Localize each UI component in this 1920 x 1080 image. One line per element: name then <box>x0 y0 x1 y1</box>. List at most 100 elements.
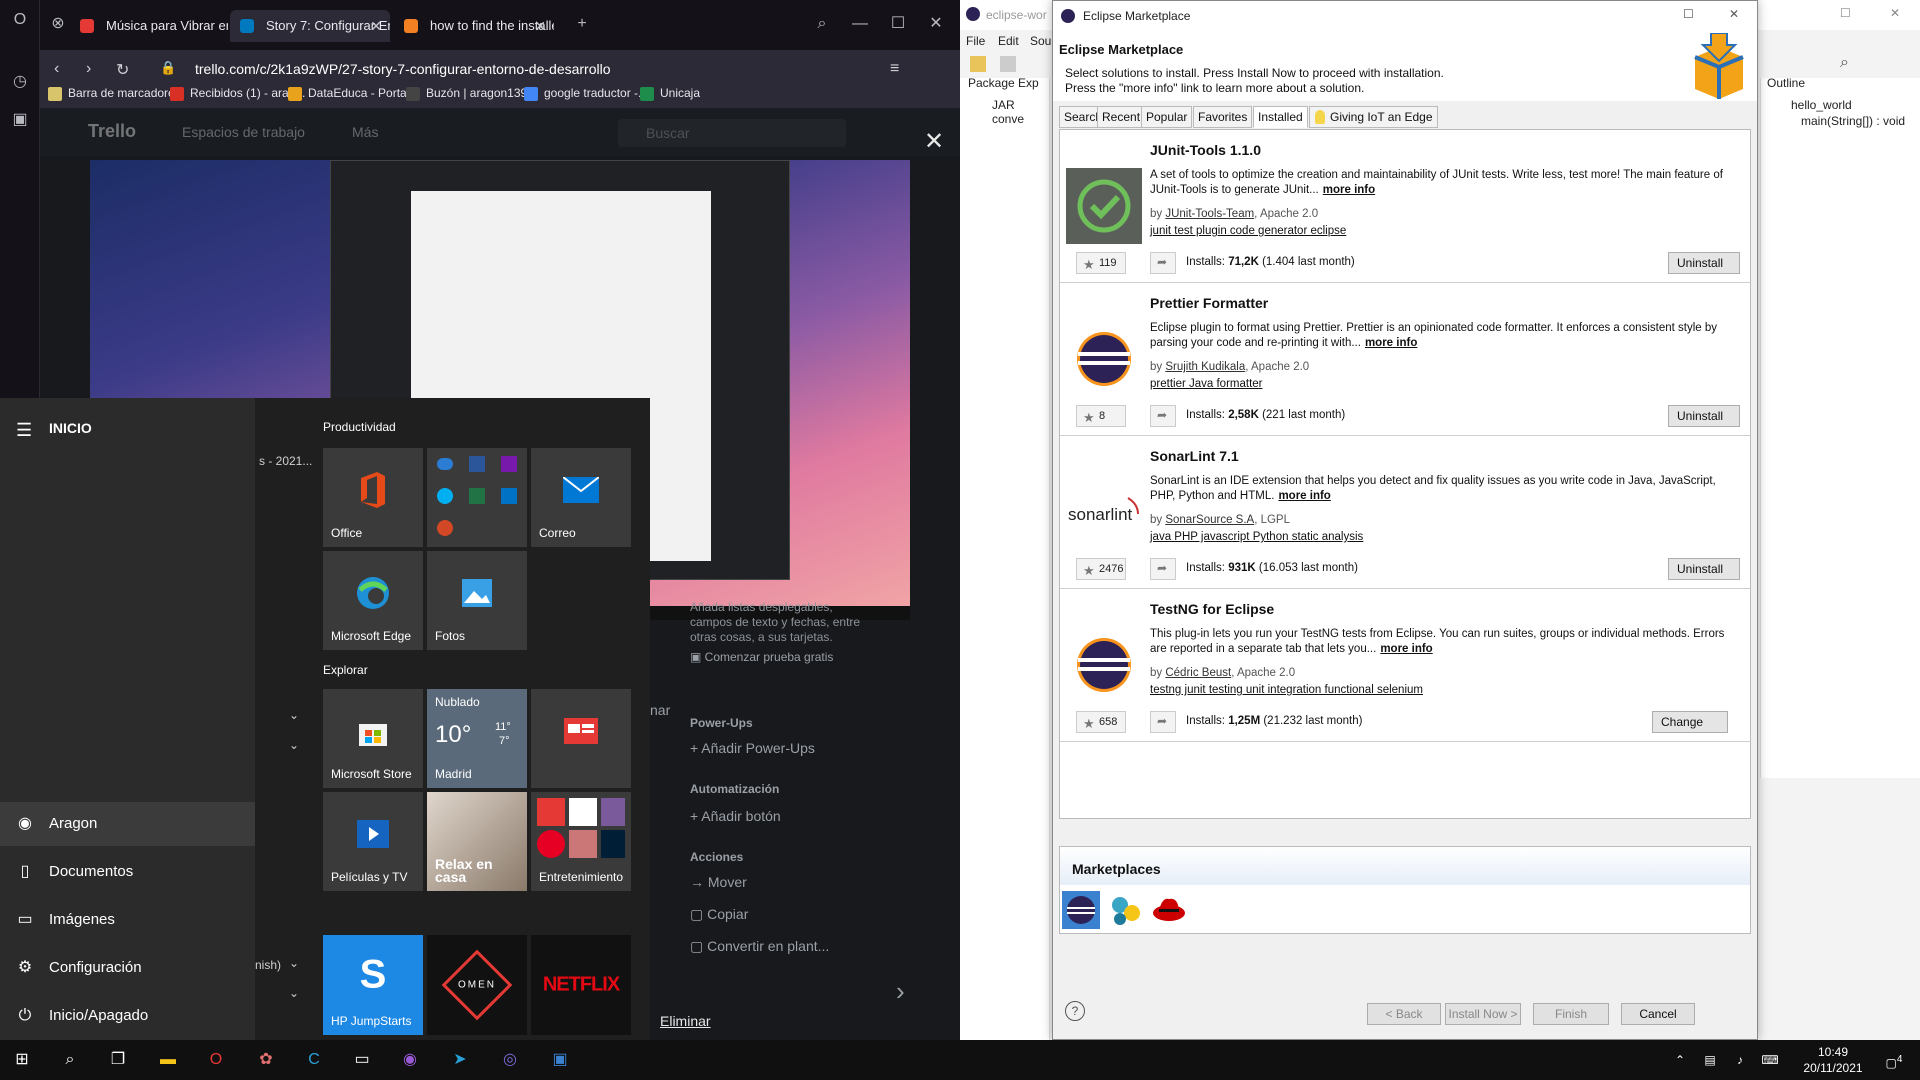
tile-netflix[interactable]: NETFLIX <box>531 935 631 1035</box>
outline-title[interactable]: Outline <box>1767 76 1805 90</box>
system-clock[interactable]: 10:49 20/11/2021 <box>1798 1044 1868 1076</box>
tree-item[interactable]: JAR conve <box>992 98 1049 126</box>
share-button[interactable]: ➦ <box>1150 711 1176 733</box>
images-item[interactable]: ▭ Imágenes <box>0 898 255 942</box>
app-icon[interactable]: ✿ <box>246 1044 286 1076</box>
share-button[interactable]: ➦ <box>1150 405 1176 427</box>
close-icon[interactable]: ✕ <box>1729 7 1739 21</box>
file-explorer-icon[interactable]: ▬ <box>148 1044 188 1076</box>
tab-trello[interactable]: Story 7: Configurar Entorno ✕ <box>230 10 390 42</box>
cancel-button[interactable]: Cancel <box>1621 1003 1695 1025</box>
app-list-item[interactable]: nish) <box>255 958 281 972</box>
change-button[interactable]: Change <box>1652 711 1728 733</box>
tile-edge[interactable]: Microsoft Edge <box>323 551 423 650</box>
tile-mail[interactable]: Correo <box>531 448 631 547</box>
telegram-icon[interactable]: ➤ <box>440 1044 480 1076</box>
start-trial-link[interactable]: ▣ Comenzar prueba gratis <box>690 650 833 664</box>
marketplace-taskbar-icon[interactable]: ▣ <box>540 1044 580 1076</box>
save-icon[interactable] <box>1000 56 1016 72</box>
install-now-button[interactable]: Install Now > <box>1445 1003 1521 1025</box>
tag-links[interactable]: junit test plugin code generator eclipse <box>1150 225 1346 237</box>
package-explorer-title[interactable]: Package Exp <box>968 76 1039 90</box>
keyboard-icon[interactable]: ⌨ <box>1750 1044 1790 1076</box>
add-button-button[interactable]: + Añadir botón <box>690 808 781 824</box>
minimize-icon[interactable]: — <box>848 12 872 36</box>
tile-relax[interactable]: Relax en casa <box>427 792 527 891</box>
bookmark-item[interactable]: Unicaja <box>640 86 700 101</box>
favorite-button[interactable]: ★ 658 <box>1076 711 1126 733</box>
eclipse-marketplace-option[interactable] <box>1062 891 1100 929</box>
menu-file[interactable]: File <box>966 34 985 48</box>
uninstall-button[interactable]: Uninstall <box>1668 558 1740 580</box>
bookmark-item[interactable]: DataEduca - Portal... <box>288 86 419 101</box>
more-info-link[interactable]: more info <box>1365 337 1417 349</box>
favorite-button[interactable]: ★ 119 <box>1076 252 1126 274</box>
menu-source[interactable]: Sou <box>1030 34 1051 48</box>
close-tab-icon[interactable]: ✕ <box>370 10 382 42</box>
notifications-icon[interactable]: ▢4 <box>1874 1044 1914 1076</box>
url-field[interactable]: trello.com/c/2k1a9zWP/27-story-7-configu… <box>195 61 611 77</box>
tile-news[interactable] <box>531 689 631 788</box>
opera-icon[interactable]: O <box>196 1044 236 1076</box>
speed-dial-icon[interactable]: ◷ <box>8 70 32 94</box>
close-tab-icon[interactable]: ✕ <box>534 10 546 42</box>
wallet-icon[interactable]: ▣ <box>8 108 32 132</box>
settings-item[interactable]: ⚙ Configuración <box>0 946 255 990</box>
bookmark-item[interactable]: google traductor -... <box>524 86 648 101</box>
documents-item[interactable]: ▯ Documentos <box>0 850 255 894</box>
outline-class[interactable]: hello_world <box>1791 98 1852 112</box>
close-icon[interactable]: ✕ <box>1890 6 1900 20</box>
help-icon[interactable]: ? <box>1065 1001 1085 1021</box>
chevron-down-icon[interactable]: ⌄ <box>289 738 299 752</box>
tile-office[interactable]: Office <box>323 448 423 547</box>
app-icon[interactable]: C <box>294 1044 334 1076</box>
search-icon[interactable]: ⌕ <box>50 1044 90 1076</box>
new-icon[interactable] <box>970 56 986 72</box>
tile-store[interactable]: Microsoft Store <box>323 689 423 788</box>
tab-music[interactable]: Música para Vibrar en Arm <box>70 10 228 42</box>
tag-links[interactable]: java PHP javascript Python static analys… <box>1150 531 1363 543</box>
start-button[interactable]: ⊞ <box>2 1044 42 1076</box>
tab-recent[interactable]: Recent <box>1097 106 1146 128</box>
share-button[interactable]: ➦ <box>1150 558 1176 580</box>
search-tabs-icon[interactable]: ⌕ <box>810 12 834 36</box>
eclipse-taskbar-icon[interactable]: ◎ <box>490 1044 530 1076</box>
app-list-item[interactable]: s - 2021... <box>259 454 312 468</box>
bookmark-item[interactable]: Barra de marcadore... <box>48 86 185 101</box>
share-button[interactable]: ➦ <box>1150 252 1176 274</box>
app-icon[interactable]: ◉ <box>390 1044 430 1076</box>
tab-installed[interactable]: Installed <box>1253 106 1308 128</box>
redhat-marketplace-icon[interactable] <box>1150 891 1188 929</box>
chevron-down-icon[interactable]: ⌄ <box>289 986 299 1000</box>
easy-setup-icon[interactable]: ≡ <box>890 60 899 78</box>
bookmark-item[interactable]: Recibidos (1) - arag... <box>170 86 305 101</box>
tile-entertainment[interactable]: Entretenimiento <box>531 792 631 891</box>
forward-icon[interactable]: › <box>86 60 91 78</box>
copy-button[interactable]: ▢ Copiar <box>690 906 748 923</box>
tile-photos[interactable]: Fotos <box>427 551 527 650</box>
tile-weather[interactable]: Nublado 10° 11° 7° Madrid <box>427 689 527 788</box>
finish-button[interactable]: Finish <box>1533 1003 1609 1025</box>
new-tab-icon[interactable]: + <box>570 12 594 36</box>
bookmark-item[interactable]: Buzón | aragon139... <box>406 86 537 101</box>
uninstall-button[interactable]: Uninstall <box>1668 252 1740 274</box>
user-account[interactable]: ◉ Aragon <box>0 802 255 846</box>
author-link[interactable]: SonarSource S.A <box>1165 514 1254 526</box>
tab-promo[interactable]: Giving IoT an Edge <box>1309 106 1438 128</box>
move-button[interactable]: → Mover <box>690 874 747 890</box>
tile-hp-jumpstarts[interactable]: S HP JumpStarts <box>323 935 423 1035</box>
tile-office-apps[interactable] <box>427 448 527 547</box>
make-template-button[interactable]: ▢ Convertir en plant... <box>690 938 829 955</box>
back-icon[interactable]: ‹ <box>54 60 59 78</box>
tag-links[interactable]: prettier Java formatter <box>1150 378 1262 390</box>
maximize-icon[interactable]: ☐ <box>1683 7 1694 21</box>
gamepad-icon[interactable]: ⊗ <box>46 12 70 36</box>
outline-method[interactable]: main(String[]) : void <box>1801 114 1905 128</box>
author-link[interactable]: Cédric Beust <box>1165 667 1231 679</box>
terminal-icon[interactable]: ▭ <box>342 1044 382 1076</box>
tile-omen[interactable]: OMEN <box>427 935 527 1035</box>
chevron-down-icon[interactable]: ⌄ <box>289 708 299 722</box>
tile-movies[interactable]: Películas y TV <box>323 792 423 891</box>
close-card-icon[interactable]: ✕ <box>920 128 948 156</box>
reload-icon[interactable]: ↻ <box>116 60 129 80</box>
